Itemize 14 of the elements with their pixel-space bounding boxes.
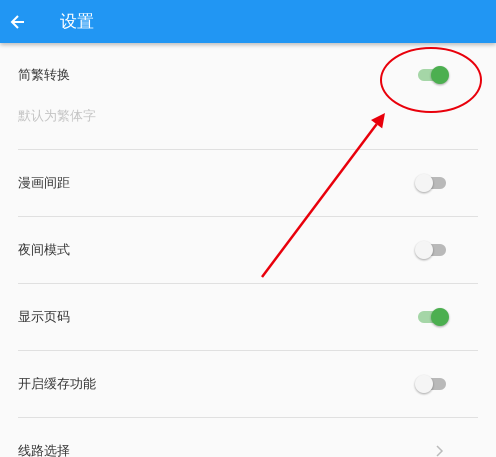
setting-label: 夜间模式 xyxy=(18,242,70,259)
toggle-switch[interactable] xyxy=(418,177,446,189)
toggle-switch[interactable] xyxy=(418,244,446,256)
setting-label: 开启缓存功能 xyxy=(18,376,96,393)
toggle-switch[interactable] xyxy=(418,378,446,390)
setting-label: 线路选择 xyxy=(18,443,70,457)
toggle-switch[interactable] xyxy=(418,311,446,323)
toggle-switch[interactable] xyxy=(418,69,446,81)
setting-label: 简繁转换 xyxy=(18,67,71,84)
setting-label: 漫画间距 xyxy=(18,175,70,192)
back-button[interactable] xyxy=(10,14,26,30)
chevron-right-icon xyxy=(436,445,444,457)
screen-title: 设置 xyxy=(60,11,94,33)
setting-label: 显示页码 xyxy=(18,309,70,326)
